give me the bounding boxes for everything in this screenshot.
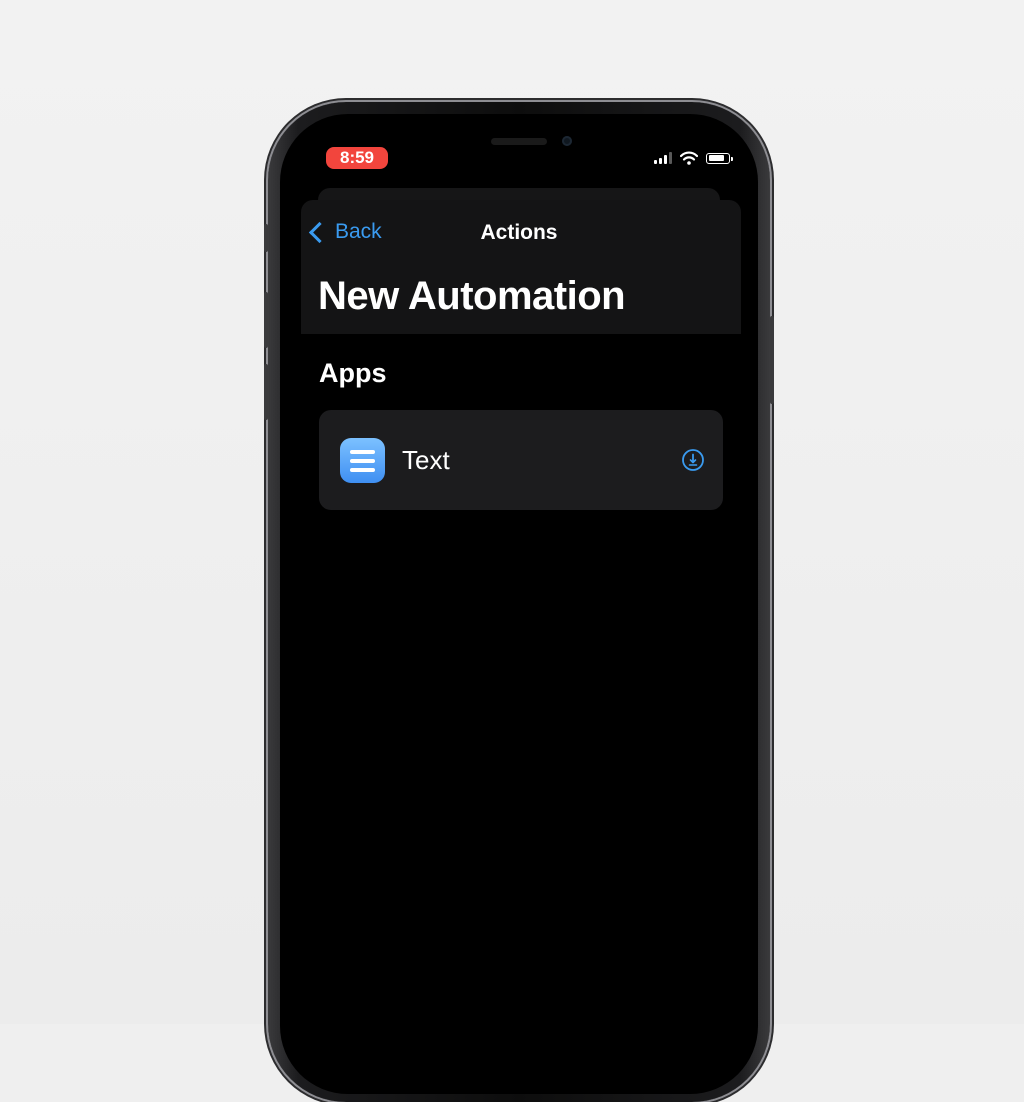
wifi-icon <box>680 151 698 165</box>
status-time: 8:59 <box>326 147 388 169</box>
page-title: New Automation <box>318 274 626 318</box>
volume-up-button <box>264 292 268 348</box>
power-button <box>770 316 774 404</box>
cellular-signal-icon <box>654 152 672 164</box>
battery-level <box>708 155 724 161</box>
nav-title: Actions <box>480 221 558 244</box>
front-camera <box>562 136 572 146</box>
screen: 8:59 Back Actions New Automation Apps Te… <box>280 114 758 1094</box>
list-item-text[interactable]: Text <box>319 410 723 510</box>
text-app-icon <box>340 438 385 483</box>
phone-frame: 8:59 Back Actions New Automation Apps Te… <box>264 102 774 1102</box>
action-button <box>264 224 268 252</box>
download-icon[interactable] <box>681 448 705 472</box>
status-icons <box>654 150 733 166</box>
earpiece-speaker <box>491 138 547 145</box>
battery-icon <box>706 152 733 164</box>
volume-down-button <box>264 364 268 420</box>
list-item-label: Text <box>402 445 450 475</box>
section-header-apps: Apps <box>319 358 387 388</box>
